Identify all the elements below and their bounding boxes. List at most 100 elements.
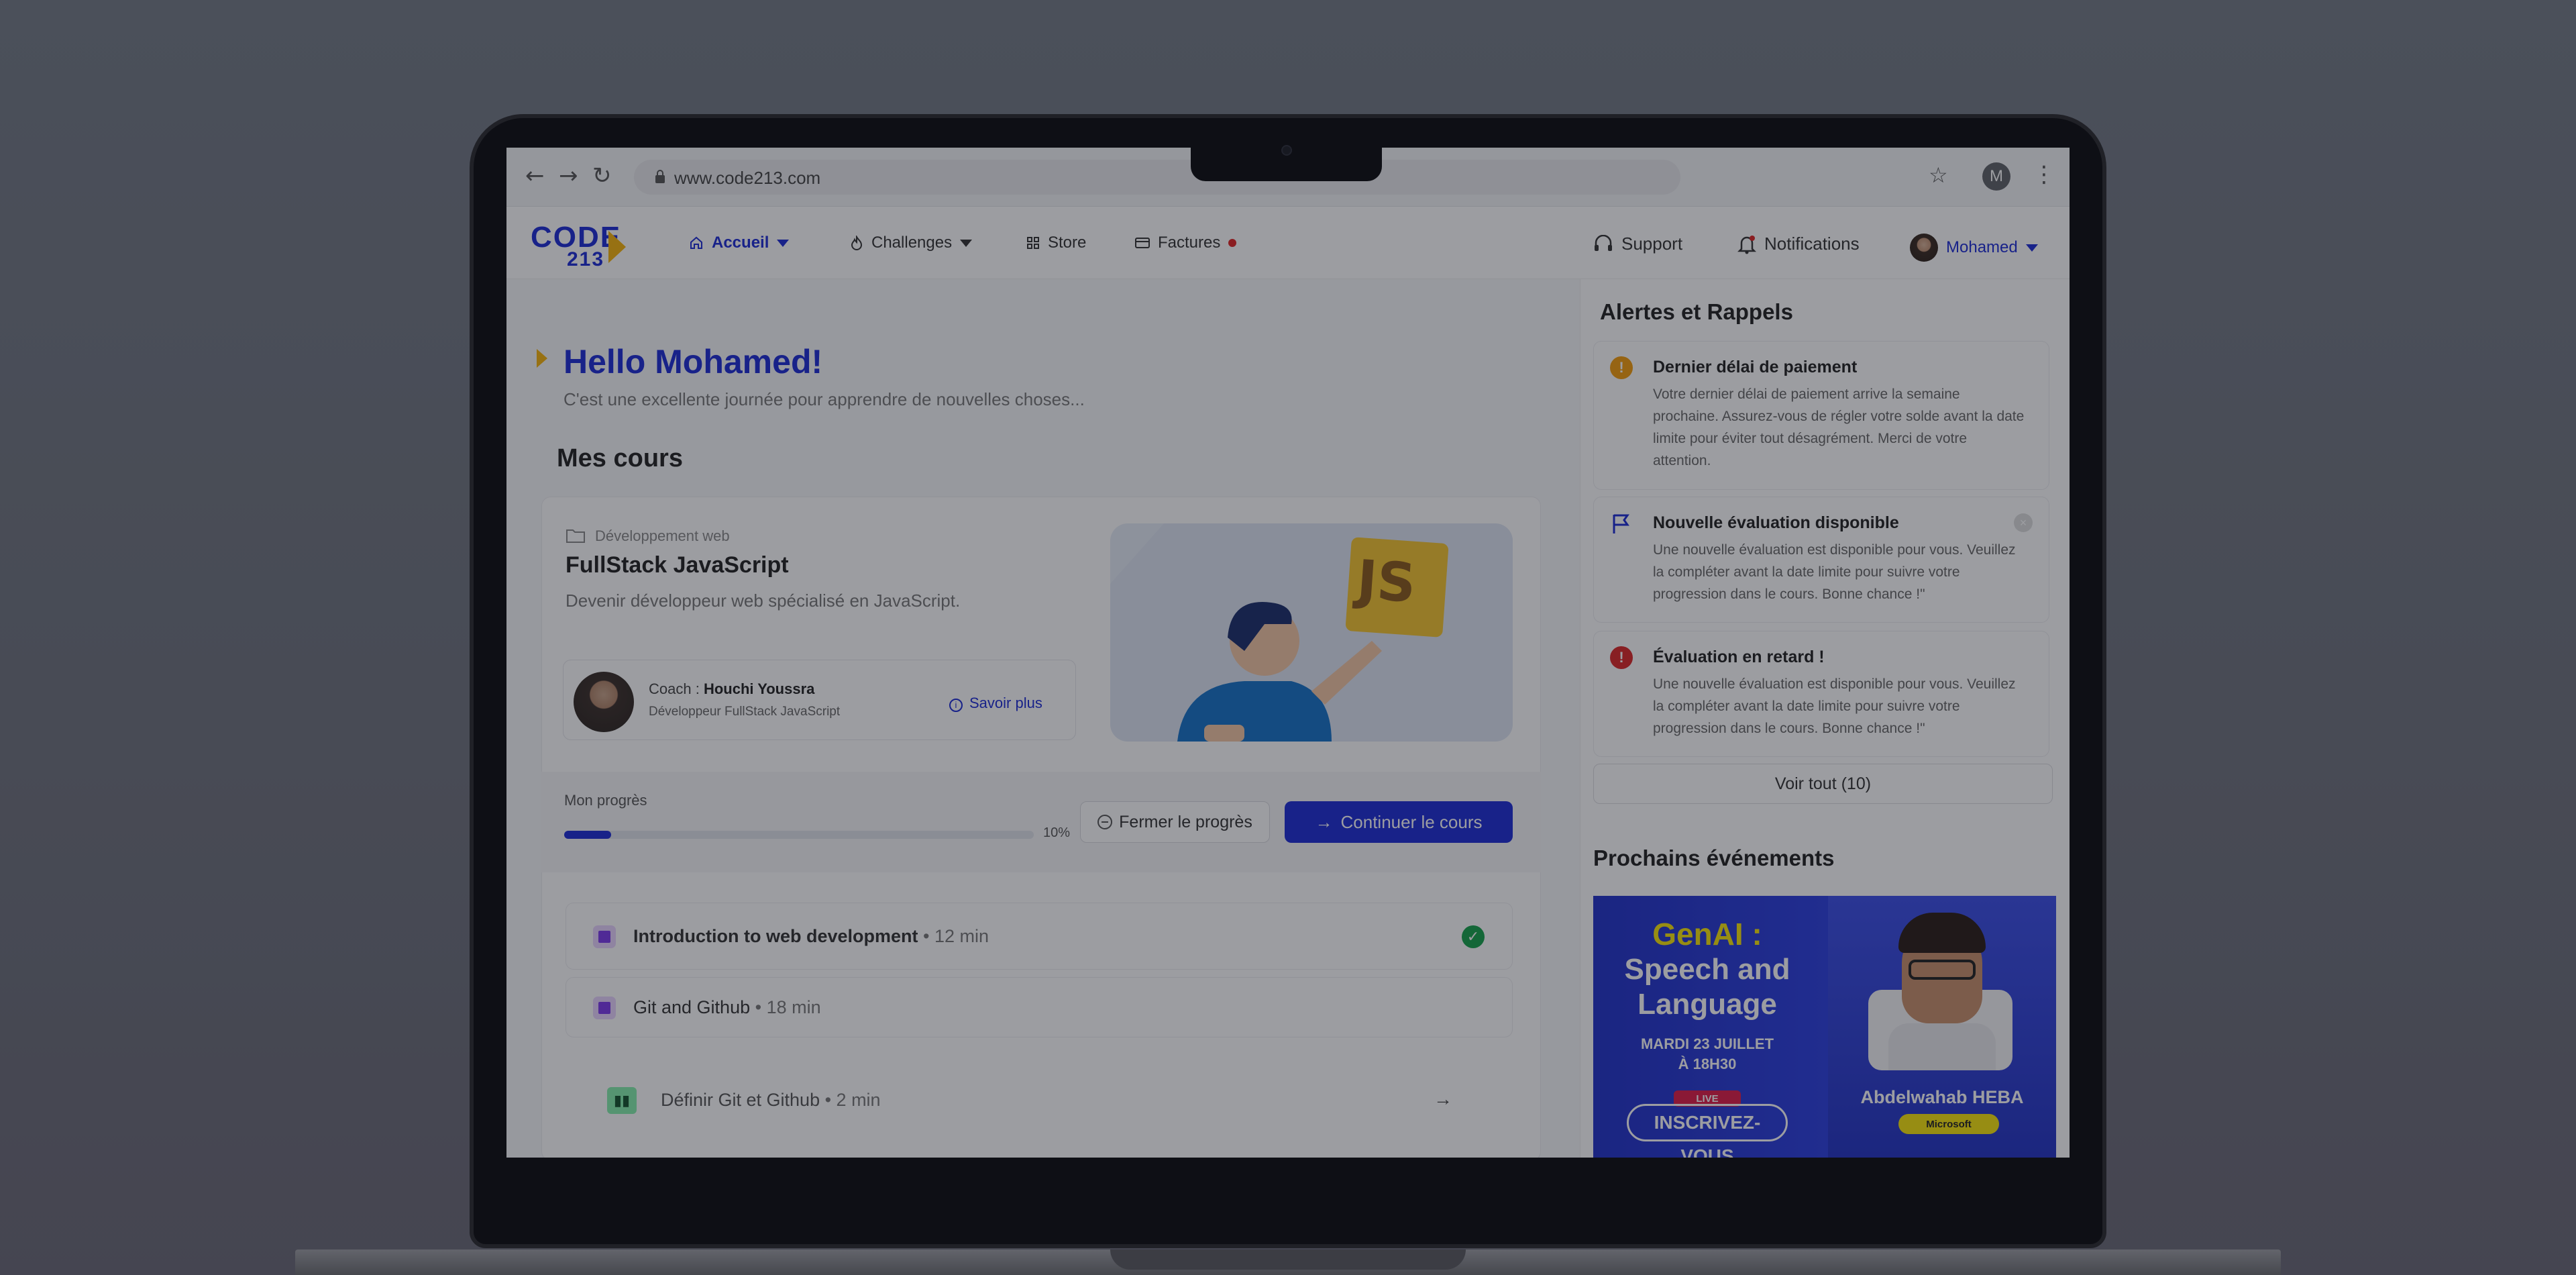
coach-name: Houchi Youssra — [703, 680, 815, 697]
course-description: Devenir développeur web spécialisé en Ja… — [566, 591, 961, 611]
warning-icon: ! — [1610, 356, 1633, 379]
more-icon[interactable]: ⋮ — [2033, 161, 2055, 188]
courses-heading: Mes cours — [557, 444, 683, 472]
nav-support[interactable]: Support — [1593, 234, 1682, 254]
laptop-screen: ← → ↻ www.code213.com ☆ M ⋮ CODE 213 Acc… — [506, 148, 2070, 1158]
alert-card[interactable]: Nouvelle évaluation disponible × Une nou… — [1593, 497, 2049, 623]
course-illustration: JS — [1110, 523, 1513, 742]
profile-avatar[interactable]: M — [1982, 162, 2010, 191]
info-icon: i — [949, 699, 963, 712]
learn-more-label: Savoir plus — [969, 695, 1042, 711]
sublesson-text: Définir Git et Github • 2 min — [661, 1090, 881, 1111]
event-title-line2: Speech and — [1624, 953, 1790, 986]
event-date: MARDI 23 JUILLET — [1640, 1035, 1774, 1052]
error-icon: ! — [1610, 646, 1633, 669]
close-icon[interactable]: × — [2014, 513, 2033, 532]
coach-role: Développeur FullStack JavaScript — [649, 705, 841, 719]
progress-percent: 10% — [1043, 825, 1071, 840]
lesson-row[interactable]: Introduction to web development • 12 min… — [566, 903, 1513, 970]
invoice-icon — [1135, 238, 1150, 248]
alert-text: Votre dernier délai de paiement arrive l… — [1653, 387, 2025, 468]
flame-icon — [851, 236, 863, 250]
alert-title: Évaluation en retard ! — [1653, 648, 1825, 666]
lesson-row[interactable]: Git and Github • 18 min — [566, 977, 1513, 1037]
events-heading: Prochains événements — [1593, 846, 1835, 870]
chevron-down-icon — [960, 239, 973, 247]
progress-track — [564, 831, 1034, 839]
nav-factures-label: Factures — [1158, 234, 1221, 252]
laptop-hinge — [1110, 1250, 1466, 1270]
coach-line: Coach : Houchi Youssra — [649, 680, 814, 698]
microsoft-badge: Microsoft — [1898, 1114, 1999, 1134]
reload-icon[interactable]: ↻ — [592, 162, 612, 189]
close-progress-label: Fermer le progrès — [1119, 812, 1252, 831]
lesson-title: Git and Github — [633, 997, 751, 1017]
arrow-right-icon: → — [1315, 811, 1333, 832]
sublesson-row[interactable]: ▮▮ Définir Git et Github • 2 min → — [607, 1074, 1513, 1127]
speaker-name: Abdelwahab HEBA — [1860, 1087, 2024, 1107]
chevron-down-icon — [777, 239, 790, 247]
coach-avatar — [574, 672, 634, 732]
top-navbar: CODE 213 Accueil Challenges Store Factur… — [506, 207, 2070, 338]
alert-title: Dernier délai de paiement — [1653, 358, 1858, 376]
logo-text-top[interactable]: CODE — [531, 223, 621, 252]
book-icon: ▮▮ — [607, 1087, 637, 1114]
lock-icon — [655, 170, 665, 183]
sublesson-duration: • 2 min — [820, 1090, 881, 1110]
forward-icon[interactable]: → — [559, 162, 578, 189]
alert-text: Une nouvelle évaluation est disponible p… — [1653, 676, 2016, 736]
alert-card[interactable]: ! Évaluation en retard ! Une nouvelle év… — [1593, 631, 2049, 757]
lesson-icon — [593, 997, 616, 1019]
event-time: À 18H30 — [1678, 1056, 1737, 1072]
alert-title: Nouvelle évaluation disponible — [1653, 513, 1899, 532]
see-all-button[interactable]: Voir tout (10) — [1593, 764, 2053, 804]
star-icon[interactable]: ☆ — [1929, 162, 1948, 188]
grid-icon — [1027, 237, 1039, 249]
logo-chevron-icon — [608, 231, 626, 263]
nav-store[interactable]: Store — [1026, 234, 1086, 252]
event-register-button[interactable]: INSCRIVEZ-VOUS — [1627, 1104, 1788, 1158]
lesson-text: Git and Github • 18 min — [633, 997, 821, 1018]
nav-challenges[interactable]: Challenges — [850, 234, 973, 252]
lesson-duration: • 12 min — [918, 926, 989, 946]
alerts-heading: Alertes et Rappels — [1600, 299, 1793, 324]
event-banner[interactable]: GenAI : Speech and Language MARDI 23 JUI… — [1593, 896, 2056, 1158]
arrow-right-icon: → — [1434, 1088, 1452, 1109]
nav-factures[interactable]: Factures — [1135, 234, 1237, 252]
user-avatar — [1910, 234, 1938, 262]
minus-circle-icon — [1097, 815, 1113, 829]
speaker-glasses — [1909, 960, 1976, 980]
nav-notifications-label: Notifications — [1764, 234, 1860, 254]
user-name: Mohamed — [1946, 238, 2018, 256]
speaker-shirt — [1888, 1023, 1996, 1070]
event-title-line1: GenAI : — [1652, 917, 1762, 952]
learn-more-link[interactable]: i Savoir plus — [949, 695, 1042, 712]
nav-accueil[interactable]: Accueil — [689, 234, 790, 252]
continue-course-button[interactable]: → Continuer le cours — [1285, 801, 1513, 843]
course-category: Développement web — [595, 527, 730, 544]
greeting-subtitle: C'est une excellente journée pour appren… — [564, 389, 1085, 409]
course-title[interactable]: FullStack JavaScript — [566, 552, 789, 578]
alert-text: Une nouvelle évaluation est disponible p… — [1653, 542, 2016, 602]
chevron-down-icon — [2025, 244, 2038, 252]
greeting-chevron-icon — [537, 349, 547, 368]
nav-notifications[interactable]: Notifications — [1737, 234, 1860, 254]
lesson-icon — [593, 925, 616, 948]
folder-icon — [566, 529, 585, 543]
js-badge: JS — [1354, 548, 1418, 615]
headset-icon — [1595, 234, 1612, 251]
progress-fill — [564, 831, 611, 839]
close-progress-button[interactable]: Fermer le progrès — [1080, 801, 1270, 843]
nav-accueil-label: Accueil — [712, 234, 769, 252]
progress-label: Mon progrès — [564, 792, 647, 809]
nav-support-label: Support — [1621, 234, 1683, 254]
event-title-line3: Language — [1638, 988, 1777, 1021]
greeting-title: Hello Mohamed! — [564, 343, 823, 380]
back-icon[interactable]: ← — [525, 162, 545, 189]
alert-card[interactable]: ! Dernier délai de paiement Votre dernie… — [1593, 341, 2049, 490]
nav-challenges-label: Challenges — [871, 234, 953, 252]
completed-check-icon: ✓ — [1462, 925, 1485, 948]
url-text[interactable]: www.code213.com — [674, 168, 820, 189]
user-menu[interactable]: Mohamed — [1910, 234, 2038, 262]
lesson-title: Introduction to web development — [633, 926, 918, 946]
